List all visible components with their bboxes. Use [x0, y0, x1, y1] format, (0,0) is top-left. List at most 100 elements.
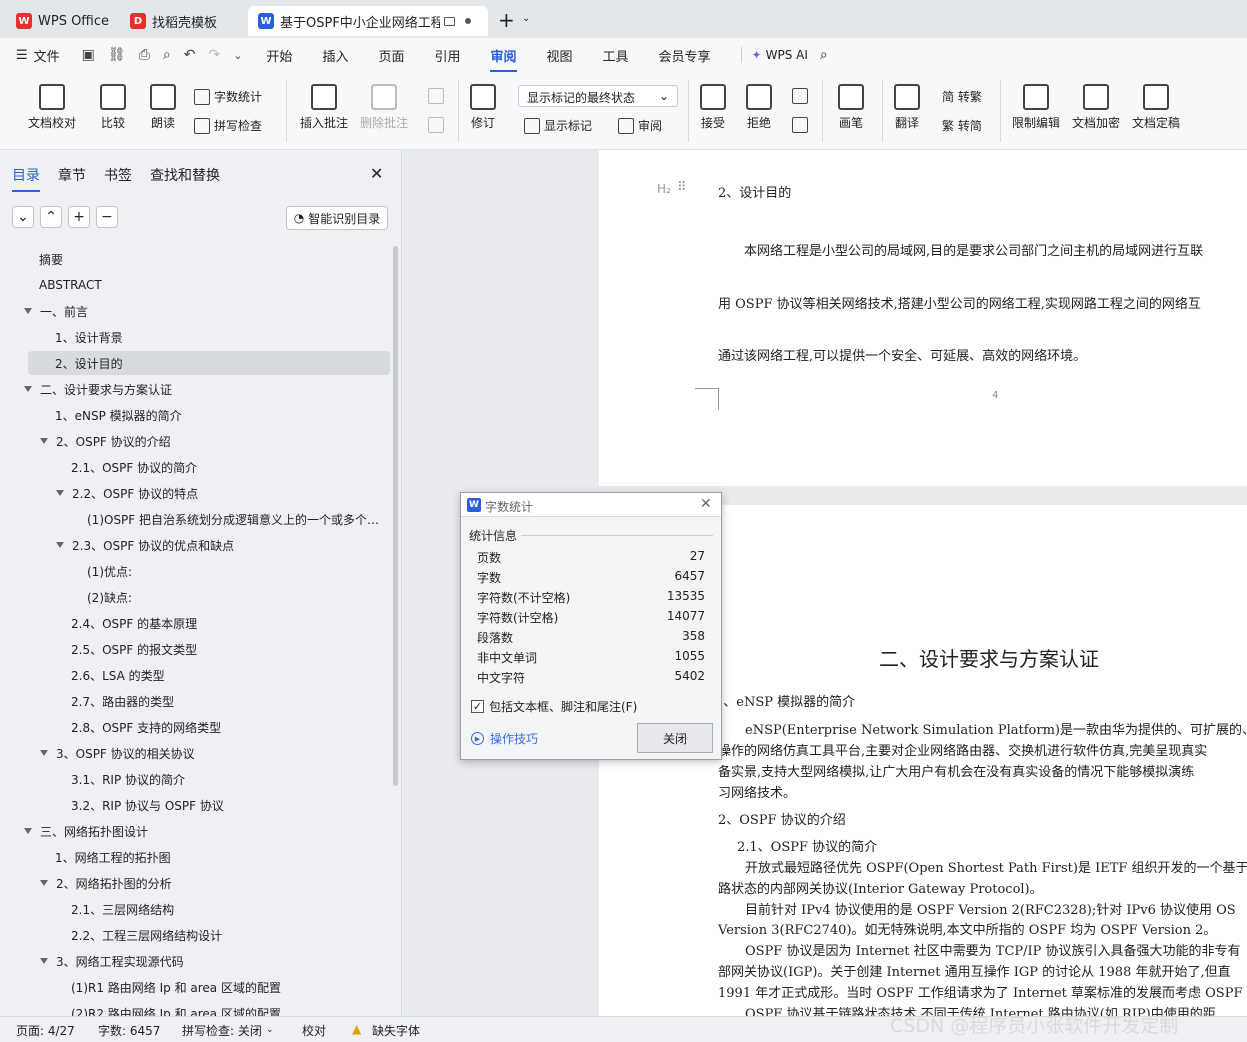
toc-item[interactable]: 1、设计背景 — [0, 325, 390, 349]
toc-item[interactable]: 3、网络工程实现源代码 — [0, 949, 390, 973]
tab-list-chevron-icon[interactable]: ⌄ — [522, 13, 530, 24]
toc-item[interactable]: 摘要 — [0, 247, 390, 271]
toc-item[interactable]: 2.3、OSPF 协议的优点和缺点 — [0, 533, 390, 557]
menu-start[interactable]: 开始 — [266, 46, 292, 65]
expand-triangle-icon[interactable] — [40, 880, 48, 886]
dialog-close-icon[interactable]: ✕ — [700, 496, 712, 512]
file-menu-button[interactable]: ☰ 文件 — [16, 46, 60, 65]
encrypt-doc-button[interactable]: 文档加密 — [1072, 84, 1120, 131]
toc-item[interactable]: 2、网络拓扑图的分析 — [0, 871, 390, 895]
menu-insert[interactable]: 插入 — [322, 46, 348, 65]
toc-item[interactable]: 2、设计目的 — [28, 351, 390, 375]
tab-wps-office[interactable]: W WPS Office — [6, 6, 114, 36]
wps-ai-button[interactable]: ✦ WPS AI — [752, 48, 808, 62]
print-icon[interactable]: ⎙ — [139, 47, 150, 63]
read-aloud-button[interactable]: 朗读 — [150, 84, 176, 131]
delete-comment-button[interactable]: 删除批注 — [360, 84, 408, 131]
finalize-doc-button[interactable]: 文档定稿 — [1132, 84, 1180, 131]
word-count-indicator[interactable]: 字数: 6457 — [98, 1022, 160, 1039]
remove-heading-icon[interactable]: − — [96, 206, 118, 228]
expand-triangle-icon[interactable] — [40, 958, 48, 964]
toc-item[interactable]: (1)优点: — [0, 559, 390, 583]
tab-bookmarks[interactable]: 书签 — [104, 165, 132, 185]
toc-item[interactable]: 2.2、OSPF 协议的特点 — [0, 481, 390, 505]
dialog-close-button[interactable]: 关闭 — [637, 723, 713, 753]
new-tab-plus-icon[interactable]: + — [498, 10, 515, 30]
menu-page[interactable]: 页面 — [378, 46, 404, 65]
restrict-editing-button[interactable]: 限制编辑 — [1012, 84, 1060, 131]
next-comment-button[interactable] — [428, 117, 448, 133]
compare-button[interactable]: 比较 — [100, 84, 126, 131]
smart-toc-button[interactable]: ◔ 智能识别目录 — [286, 206, 388, 230]
expand-triangle-icon[interactable] — [56, 542, 64, 548]
toc-item[interactable]: (2)R2 路由网络 Ip 和 area 区域的配置 — [0, 1001, 390, 1017]
toc-item[interactable]: 2.2、工程三层网络结构设计 — [0, 923, 390, 947]
toc-scrollbar[interactable] — [393, 246, 398, 786]
toc-item[interactable]: (1)OSPF 把自治系统划分成逻辑意义上的一个或多个… — [0, 507, 390, 531]
show-markup-button[interactable]: 显示标记 — [524, 117, 592, 134]
toc-item[interactable]: 1、网络工程的拓扑图 — [0, 845, 390, 869]
proofread-button[interactable]: 文档校对 — [28, 84, 76, 131]
menu-references[interactable]: 引用 — [434, 46, 460, 65]
add-heading-icon[interactable]: + — [68, 206, 90, 228]
toc-item[interactable]: 3、OSPF 协议的相关协议 — [0, 741, 390, 765]
toc-item[interactable]: (1)R1 路由网络 Ip 和 area 区域的配置 — [0, 975, 390, 999]
toc-item[interactable]: 1、eNSP 模拟器的简介 — [0, 403, 390, 427]
menu-view[interactable]: 视图 — [547, 46, 573, 65]
toc-item[interactable]: 2.6、LSA 的类型 — [0, 663, 390, 687]
search-icon[interactable]: ⌕ — [820, 47, 828, 63]
toc-item[interactable]: 3.1、RIP 协议的简介 — [0, 767, 390, 791]
print-preview-icon[interactable]: ⌕ — [163, 47, 171, 63]
expand-triangle-icon[interactable] — [24, 386, 32, 392]
prev-change-button[interactable] — [792, 88, 812, 104]
prev-comment-button[interactable] — [428, 88, 448, 104]
page-indicator[interactable]: 页面: 4/27 — [16, 1022, 75, 1039]
expand-triangle-icon[interactable] — [56, 490, 64, 496]
toc-item[interactable]: 二、设计要求与方案认证 — [0, 377, 390, 401]
to-simplified-button[interactable]: 繁 转简 — [942, 117, 982, 134]
redo-icon[interactable]: ↷ — [208, 47, 220, 63]
toc-item[interactable]: 2.1、三层网络结构 — [0, 897, 390, 921]
accept-button[interactable]: 接受 — [700, 84, 726, 131]
toc-item[interactable]: 2.5、OSPF 的报文类型 — [0, 637, 390, 661]
markup-state-select[interactable]: 显示标记的最终状态 ⌄ — [518, 85, 678, 107]
expand-triangle-icon[interactable] — [24, 308, 32, 314]
monitor-icon[interactable] — [444, 16, 455, 26]
drag-handle-icon[interactable]: ⠿ — [677, 180, 687, 195]
toc-item[interactable]: 2.4、OSPF 的基本原理 — [0, 611, 390, 635]
track-changes-button[interactable]: 修订 — [470, 84, 496, 131]
menu-membership[interactable]: 会员专享 — [659, 46, 711, 65]
menu-review[interactable]: 审阅 — [490, 46, 517, 72]
proofread-status[interactable]: 校对 — [302, 1022, 326, 1039]
tips-link[interactable]: ▶ 操作技巧 — [471, 730, 538, 747]
close-pane-icon[interactable]: ✕ — [370, 164, 383, 183]
next-change-button[interactable] — [792, 117, 812, 133]
tab-toc[interactable]: 目录 — [12, 165, 40, 192]
toc-item[interactable]: 2.1、OSPF 协议的简介 — [0, 455, 390, 479]
toc-item[interactable]: ABSTRACT — [0, 273, 390, 297]
toc-item[interactable]: 一、前言 — [0, 299, 390, 323]
expand-triangle-icon[interactable] — [40, 750, 48, 756]
toc-item[interactable]: 3.2、RIP 协议与 OSPF 协议 — [0, 793, 390, 817]
link-icon[interactable]: ⛓ — [108, 47, 126, 63]
toc-item[interactable]: 2.7、路由器的类型 — [0, 689, 390, 713]
tab-docer[interactable]: D 找稻壳模板 — [120, 6, 244, 36]
translate-button[interactable]: 翻译 — [894, 84, 920, 131]
tab-document[interactable]: W 基于OSPF中小企业网络工程的 — [248, 6, 488, 36]
tab-sections[interactable]: 章节 — [58, 165, 86, 185]
expand-triangle-icon[interactable] — [40, 438, 48, 444]
reject-button[interactable]: 拒绝 — [746, 84, 772, 131]
save-icon[interactable]: ▣ — [82, 47, 95, 63]
collapse-down-icon[interactable]: ⌄ — [12, 206, 34, 228]
to-traditional-button[interactable]: 简 转繁 — [942, 88, 982, 105]
toc-item[interactable]: 2、OSPF 协议的介绍 — [0, 429, 390, 453]
missing-font-status[interactable]: 缺失字体 — [372, 1022, 420, 1039]
chevron-down-icon[interactable]: ⌄ — [266, 1025, 274, 1035]
more-chevron-icon[interactable]: ⌄ — [233, 49, 242, 62]
insert-comment-button[interactable]: 插入批注 — [300, 84, 348, 131]
spell-check-button[interactable]: 拼写检查 — [194, 117, 262, 134]
review-pane-button[interactable]: 审阅 — [618, 117, 662, 134]
toc-item[interactable]: (2)缺点: — [0, 585, 390, 609]
toc-item[interactable]: 三、网络拓扑图设计 — [0, 819, 390, 843]
word-count-button[interactable]: 字数统计 — [194, 88, 262, 105]
